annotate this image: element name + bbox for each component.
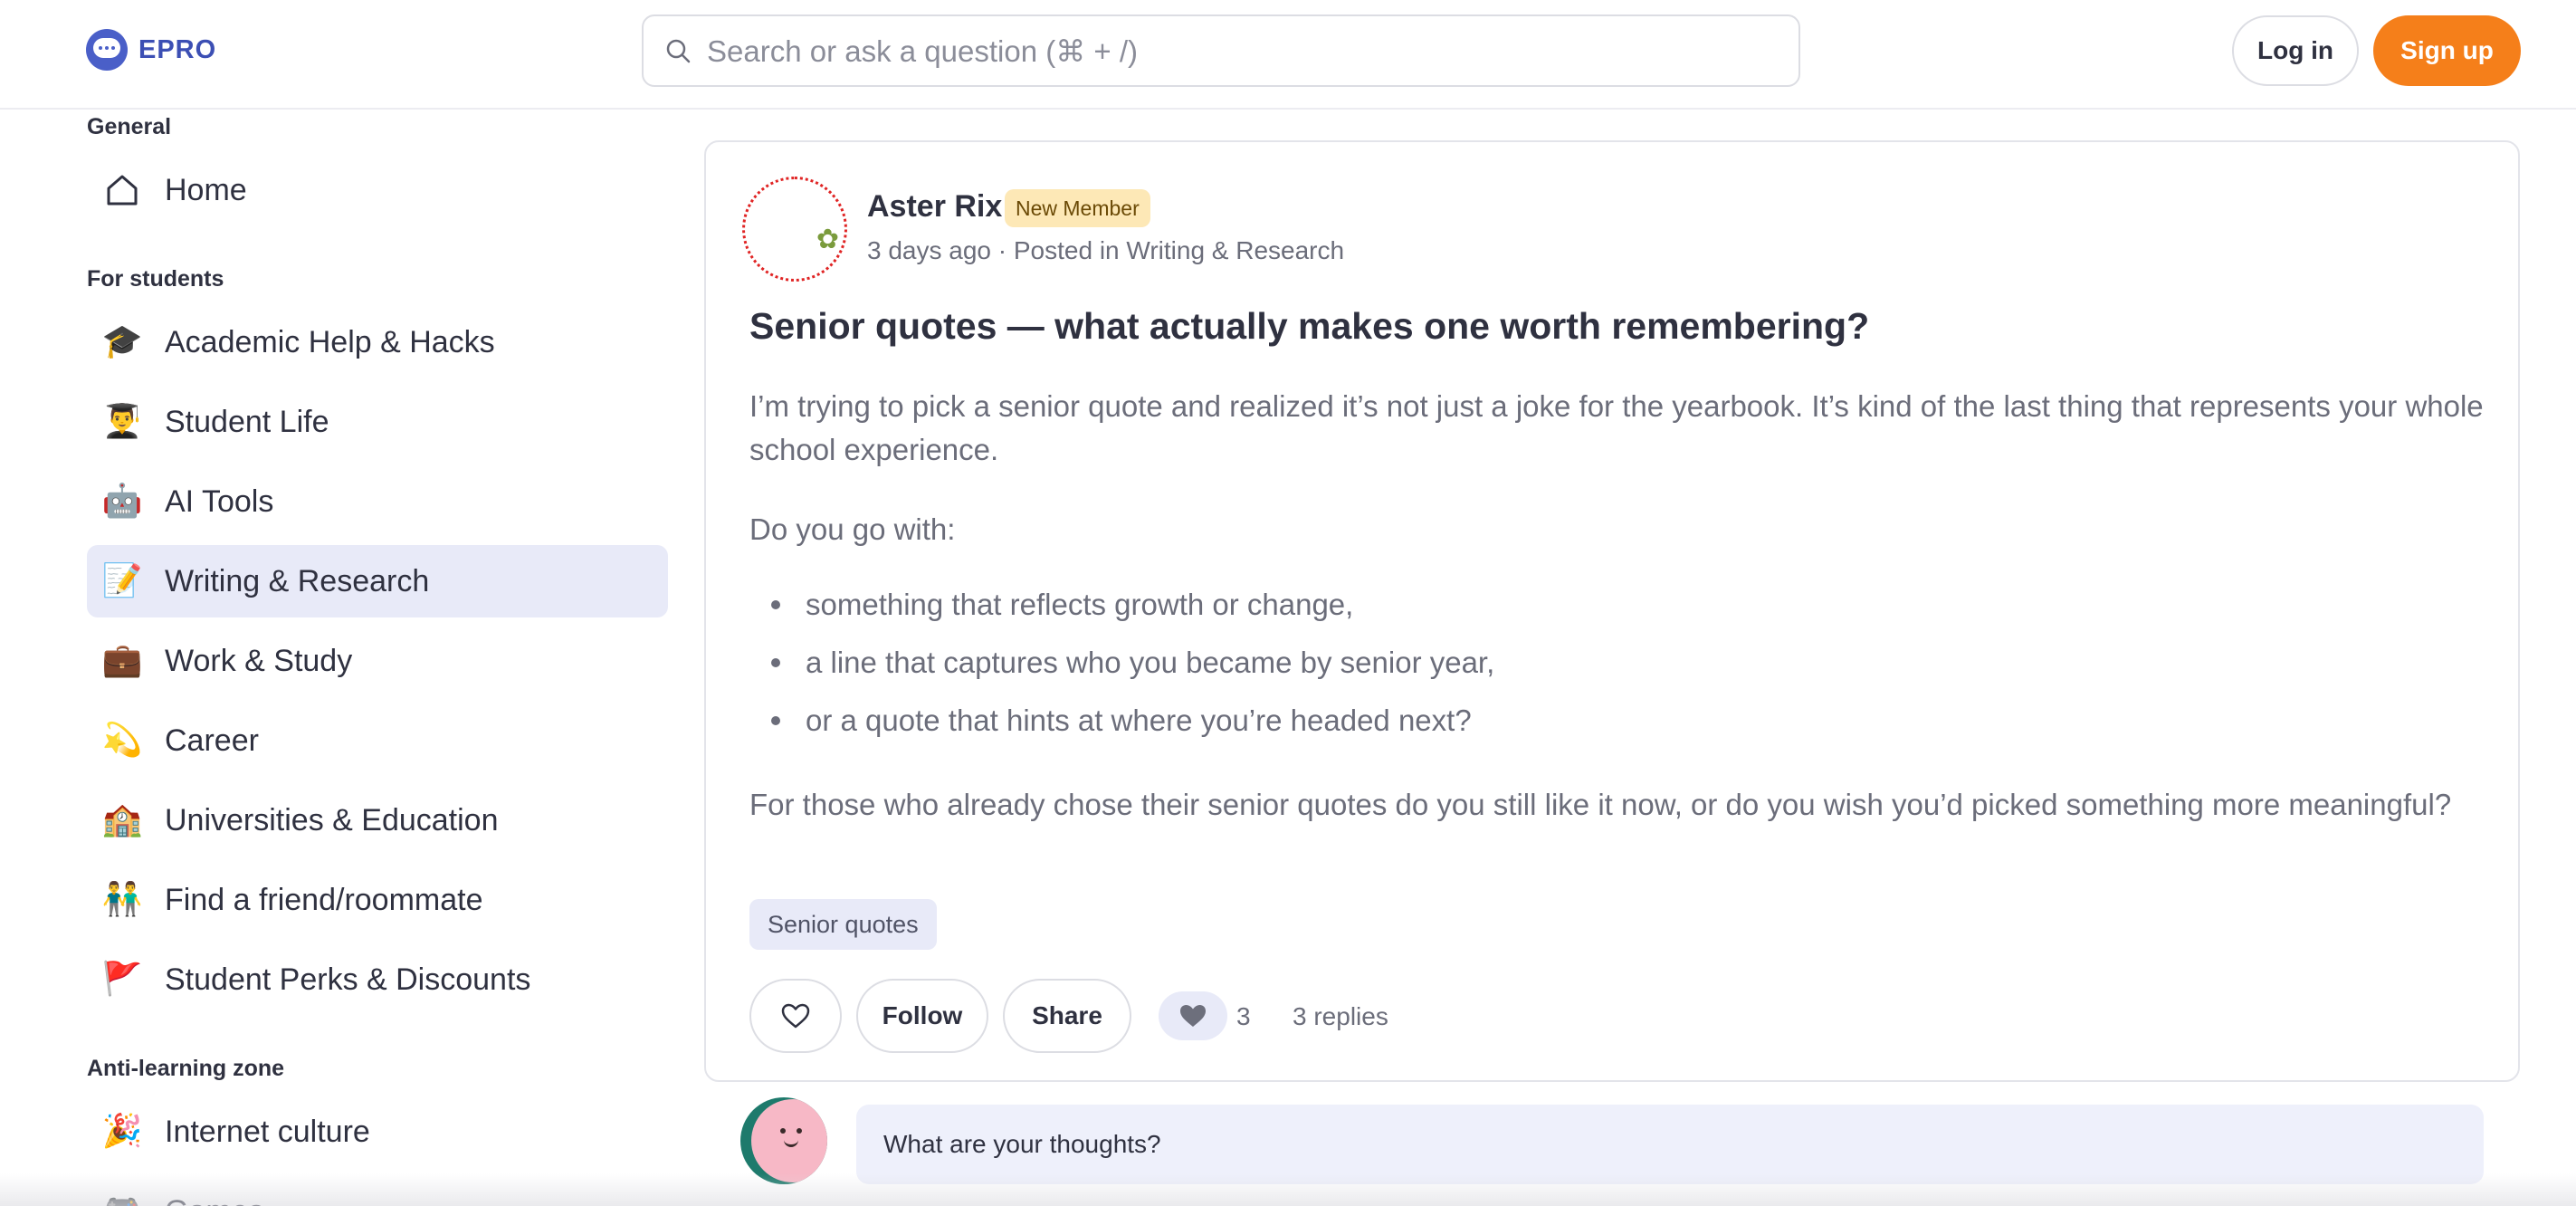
search-input[interactable]: Search or ask a question (⌘ + /) xyxy=(642,14,1800,87)
sidebar-item-academic-help[interactable]: 🎓 Academic Help & Hacks xyxy=(87,306,668,378)
sidebar-item-internet-culture[interactable]: 🎉 Internet culture xyxy=(87,1096,668,1168)
logo[interactable]: EPRO xyxy=(86,29,216,71)
like-button[interactable] xyxy=(749,979,842,1053)
like-count: 3 xyxy=(1236,1002,1251,1030)
sidebar-item-label: Internet culture xyxy=(165,1114,370,1149)
sidebar-item-label: Home xyxy=(165,172,247,207)
people-icon: 👬 xyxy=(101,881,143,918)
reply-input[interactable]: What are your thoughts? xyxy=(856,1105,2484,1184)
post-paragraph: I’m trying to pick a senior quote and re… xyxy=(749,389,2484,466)
sidebar-item-label: Student Life xyxy=(165,404,329,439)
party-popper-icon: 🎉 xyxy=(101,1113,143,1150)
sidebar-item-label: Universities & Education xyxy=(165,802,499,838)
school-icon: 🏫 xyxy=(101,801,143,838)
search-icon xyxy=(666,39,691,63)
author-avatar[interactable]: ✿ xyxy=(742,177,847,282)
sidebar-item-label: Academic Help & Hacks xyxy=(165,324,495,359)
gamepad-icon: 🎮 xyxy=(101,1195,143,1206)
sidebar-item-label: Career xyxy=(165,723,259,758)
smiley-face-icon xyxy=(751,1099,827,1182)
post-card: ✿ Aster Rix New Member 3 days ago · Post… xyxy=(704,140,2520,1082)
post-paragraph: Do you go with: xyxy=(749,512,956,546)
flower-icon: ✿ xyxy=(816,224,839,255)
sidebar-item-home[interactable]: Home xyxy=(87,154,668,226)
chat-bubble-icon xyxy=(86,29,128,71)
logo-text: EPRO xyxy=(138,34,217,64)
author-name[interactable]: Aster Rix xyxy=(867,189,1002,225)
signup-button[interactable]: Sign up xyxy=(2373,15,2521,86)
tag-senior-quotes[interactable]: Senior quotes xyxy=(749,899,937,950)
filled-heart-icon xyxy=(1180,1005,1206,1027)
follow-button[interactable]: Follow xyxy=(856,979,988,1053)
sidebar-item-label: Games xyxy=(165,1194,264,1206)
post-paragraph: For those who already chose their senior… xyxy=(749,788,2452,821)
sidebar-item-label: Student Perks & Discounts xyxy=(165,962,531,997)
sidebar-item-label: Work & Study xyxy=(165,643,353,678)
briefcase-icon: 💼 xyxy=(101,642,143,679)
flag-icon: 🚩 xyxy=(101,961,143,998)
heart-icon xyxy=(781,1003,810,1029)
sidebar-item-label: Writing & Research xyxy=(165,563,430,598)
section-title-anti-learning: Anti-learning zone xyxy=(87,1056,285,1081)
sidebar-item-find-friend[interactable]: 👬 Find a friend/roommate xyxy=(87,864,668,936)
list-item: a line that captures who you became by s… xyxy=(771,646,1494,680)
new-member-badge: New Member xyxy=(1005,189,1150,227)
home-icon xyxy=(107,175,138,206)
list-item: or a quote that hints at where you’re he… xyxy=(771,704,1472,738)
sidebar-item-label: Find a friend/roommate xyxy=(165,882,483,917)
sidebar-item-work-study[interactable]: 💼 Work & Study xyxy=(87,625,668,697)
sidebar-item-student-life[interactable]: 👨‍🎓 Student Life xyxy=(87,386,668,458)
robot-icon: 🤖 xyxy=(101,483,143,520)
dizzy-star-icon: 💫 xyxy=(101,722,143,759)
post-meta: 3 days ago · Posted in Writing & Researc… xyxy=(867,236,1345,264)
top-bar: EPRO Search or ask a question (⌘ + /) Lo… xyxy=(0,0,2576,110)
section-title-students: For students xyxy=(87,266,224,292)
sidebar-item-writing-research[interactable]: 📝 Writing & Research xyxy=(87,545,668,617)
memo-icon: 📝 xyxy=(101,562,143,599)
sidebar-item-student-perks[interactable]: 🚩 Student Perks & Discounts xyxy=(87,943,668,1016)
sidebar: General Home For students 🎓 Academic Hel… xyxy=(0,110,688,1206)
replies-count[interactable]: 3 replies xyxy=(1293,1002,1388,1031)
search-placeholder: Search or ask a question (⌘ + /) xyxy=(707,34,1138,68)
user-avatar xyxy=(740,1097,827,1184)
login-button[interactable]: Log in xyxy=(2232,15,2359,86)
likes-indicator xyxy=(1159,991,1227,1040)
post-title: Senior quotes — what actually makes one … xyxy=(749,305,1870,347)
sidebar-item-universities[interactable]: 🏫 Universities & Education xyxy=(87,784,668,857)
sidebar-item-label: AI Tools xyxy=(165,483,274,519)
student-icon: 👨‍🎓 xyxy=(101,403,143,440)
section-title-general: General xyxy=(87,114,172,139)
share-button[interactable]: Share xyxy=(1003,979,1131,1053)
list-item: something that reflects growth or change… xyxy=(771,588,1353,622)
sidebar-item-games[interactable]: 🎮 Games xyxy=(87,1175,668,1206)
sidebar-item-career[interactable]: 💫 Career xyxy=(87,704,668,777)
graduation-cap-icon: 🎓 xyxy=(101,323,143,360)
sidebar-item-ai-tools[interactable]: 🤖 AI Tools xyxy=(87,465,668,538)
